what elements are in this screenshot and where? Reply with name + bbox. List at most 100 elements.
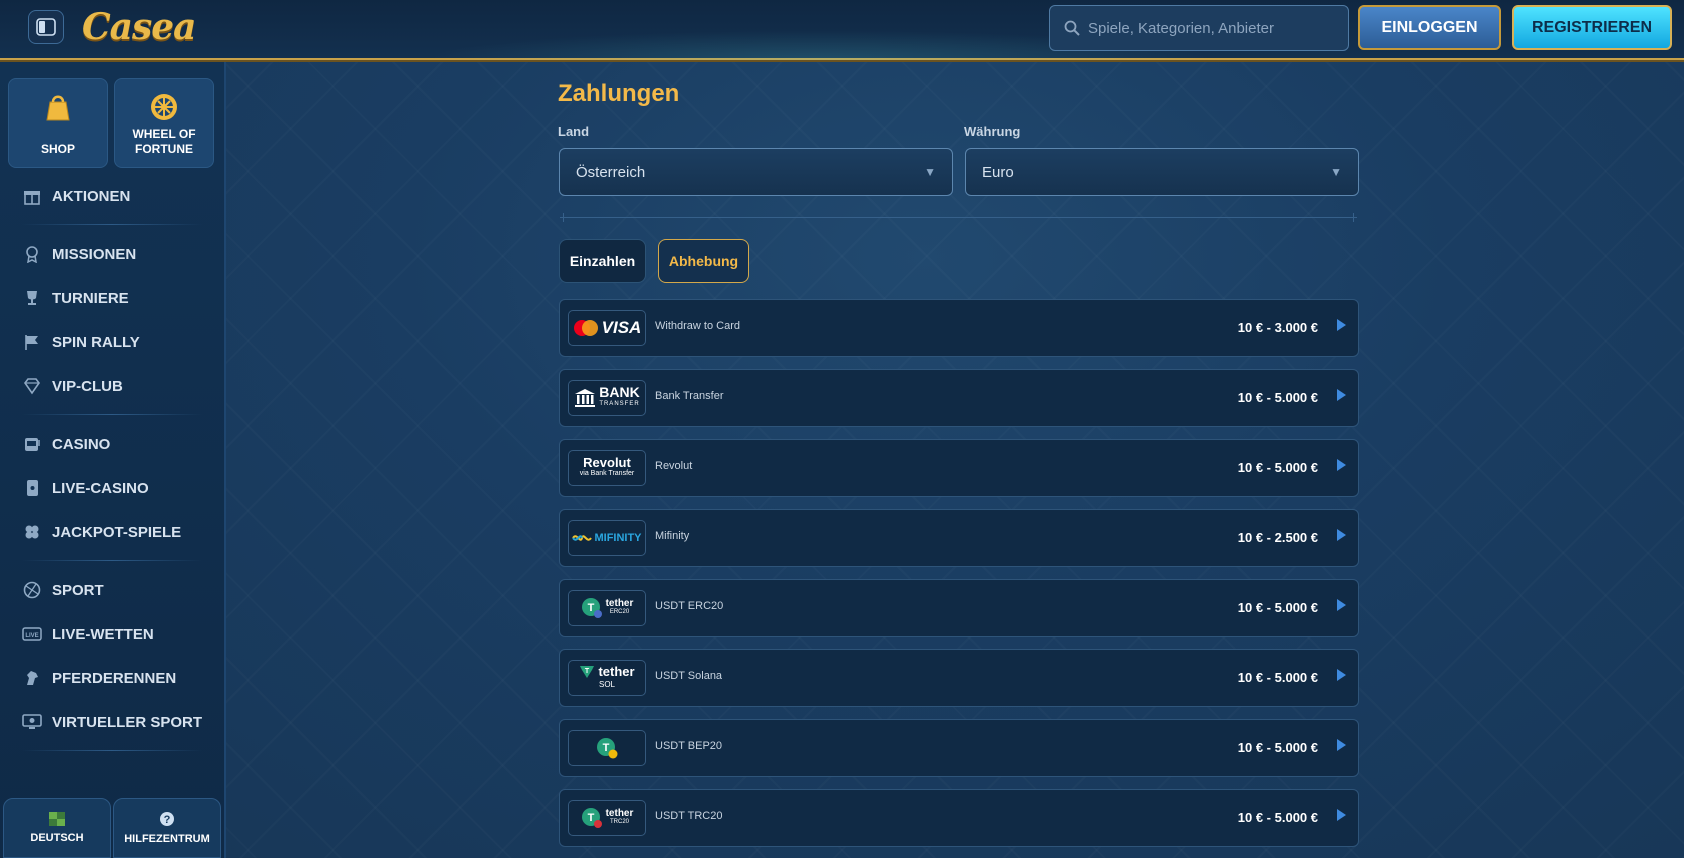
sidebar-item-label: VIP-CLUB xyxy=(52,377,123,395)
sidebar-item-casino[interactable]: CASINO xyxy=(22,429,222,459)
payment-method-name: USDT BEP20 xyxy=(655,740,723,752)
payment-method-name: USDT Solana xyxy=(655,670,723,682)
tether-text: tether xyxy=(598,664,635,679)
sidebar-item-label: TURNIERE xyxy=(52,289,129,307)
chevron-down-icon: ▼ xyxy=(1330,165,1342,179)
payment-method-row[interactable]: MIFINITY Mifinity 10 € - 2.500 € xyxy=(559,509,1359,567)
payment-method-row[interactable]: BANK TRANSFER Bank Transfer 10 € - 5.000… xyxy=(559,369,1359,427)
transfer-text: TRANSFER xyxy=(599,401,640,407)
slot-machine-icon xyxy=(22,434,42,454)
arrow-right-icon xyxy=(1337,389,1346,401)
horse-icon xyxy=(22,668,42,688)
erc20-text: ERC20 xyxy=(609,609,630,615)
tether-icon: T xyxy=(581,808,602,828)
mifinity-icon xyxy=(572,535,593,541)
visa-mastercard-logo: VISA xyxy=(568,310,646,346)
sidebar-toggle-button[interactable] xyxy=(28,10,64,44)
payment-method-name: USDT ERC20 xyxy=(655,600,724,612)
svg-text:T: T xyxy=(585,668,590,675)
trophy-icon xyxy=(22,288,42,308)
payment-method-row[interactable]: Revolut via Bank Transfer Revolut 10 € -… xyxy=(559,439,1359,497)
mifinity-logo: MIFINITY xyxy=(568,520,646,556)
payment-method-name: Revolut xyxy=(655,460,693,472)
register-button[interactable]: REGISTRIEREN xyxy=(1512,5,1672,50)
diamond-icon xyxy=(22,376,42,396)
flag-icon xyxy=(22,332,42,352)
currency-label: Währung xyxy=(964,124,1021,139)
page-title: Zahlungen xyxy=(558,80,680,107)
country-select[interactable]: Österreich ▼ xyxy=(559,148,953,196)
medal-icon xyxy=(22,244,42,264)
sidebar-divider xyxy=(22,224,202,225)
trc20-text: TRC20 xyxy=(609,819,629,825)
visa-text: VISA xyxy=(601,318,642,337)
payment-method-row[interactable]: VISA Withdraw to Card 10 € - 3.000 € xyxy=(559,299,1359,357)
sidebar-item-sport[interactable]: SPORT xyxy=(22,575,222,605)
sidebar-item-live-wetten[interactable]: LIVE LIVE-WETTEN xyxy=(22,619,222,649)
shopping-bag-icon xyxy=(46,95,70,121)
sidebar-item-aktionen[interactable]: AKTIONEN xyxy=(22,181,222,211)
tab-abhebung[interactable]: Abhebung xyxy=(658,239,749,283)
payment-method-range: 10 € - 5.000 € xyxy=(1237,740,1318,755)
sidebar-item-vip-club[interactable]: VIP-CLUB xyxy=(22,371,222,401)
sidebar-divider xyxy=(22,560,202,561)
sidebar-item-jackpot-spiele[interactable]: JACKPOT-SPIELE xyxy=(22,517,222,547)
search-box[interactable] xyxy=(1049,5,1349,51)
sol-text: SOL xyxy=(598,680,615,689)
tab-einzahlen[interactable]: Einzahlen xyxy=(559,239,646,283)
section-divider xyxy=(560,213,1357,222)
help-icon: ? xyxy=(160,812,174,826)
sidebar-item-label: SPORT xyxy=(52,581,104,599)
sidebar-item-spin-rally[interactable]: SPIN RALLY xyxy=(22,327,222,357)
sidebar-item-label: VIRTUELLER SPORT xyxy=(52,713,203,731)
payment-method-range: 10 € - 5.000 € xyxy=(1237,390,1318,405)
arrow-right-icon xyxy=(1337,809,1346,821)
help-center-label: HILFEZENTRUM xyxy=(124,833,210,845)
tether-text: tether xyxy=(605,808,634,819)
search-input[interactable] xyxy=(1088,19,1338,37)
sidebar-toggle-icon xyxy=(36,18,56,36)
payment-method-row[interactable]: T tether ERC20 USDT ERC20 10 € - 5.000 € xyxy=(559,579,1359,637)
sidebar-item-label: JACKPOT-SPIELE xyxy=(52,523,182,541)
wheel-icon xyxy=(151,94,177,120)
clover-icon xyxy=(22,522,42,542)
arrow-right-icon xyxy=(1337,669,1346,681)
language-label: DEUTSCH xyxy=(30,832,84,844)
login-button[interactable]: EINLOGGEN xyxy=(1358,5,1501,50)
revolut-logo: Revolut via Bank Transfer xyxy=(568,450,646,486)
wheel-of-fortune-label: WHEEL OF FORTUNE xyxy=(132,127,196,156)
currency-value: Euro xyxy=(982,163,1014,181)
payment-method-range: 10 € - 5.000 € xyxy=(1237,600,1318,615)
sidebar-item-virtueller-sport[interactable]: VIRTUELLER SPORT xyxy=(22,707,222,737)
payment-method-row[interactable]: T tether SOL USDT Solana 10 € - 5.000 € xyxy=(559,649,1359,707)
payment-method-row[interactable]: T tether TRC20 USDT TRC20 10 € - 5.000 € xyxy=(559,789,1359,847)
language-button[interactable]: DEUTSCH xyxy=(3,798,111,858)
card-icon xyxy=(22,478,42,498)
casea-logo[interactable]: Casea xyxy=(82,6,196,48)
sidebar-item-turniere[interactable]: TURNIERE xyxy=(22,283,222,313)
tether-trc20-logo: T tether TRC20 xyxy=(568,800,646,836)
mifinity-text: MIFINITY xyxy=(594,532,642,544)
tether-icon: T xyxy=(597,738,618,759)
payment-method-range: 10 € - 5.000 € xyxy=(1237,810,1318,825)
wheel-of-fortune-tile[interactable]: WHEEL OF FORTUNE xyxy=(114,78,214,168)
payment-method-name: Bank Transfer xyxy=(655,390,724,402)
svg-text:T: T xyxy=(587,812,594,824)
currency-select[interactable]: Euro ▼ xyxy=(965,148,1359,196)
ball-icon xyxy=(22,580,42,600)
sidebar-divider xyxy=(22,414,202,415)
sidebar-item-pferderennen[interactable]: PFERDERENNEN xyxy=(22,663,222,693)
payment-method-row[interactable]: T USDT BEP20 10 € - 5.000 € xyxy=(559,719,1359,777)
sidebar-item-label: AKTIONEN xyxy=(52,187,131,205)
gift-icon xyxy=(22,186,42,206)
arrow-right-icon xyxy=(1337,599,1346,611)
bank-icon xyxy=(575,389,596,407)
payment-method-name: USDT TRC20 xyxy=(655,810,723,822)
arrow-right-icon xyxy=(1337,319,1346,331)
sidebar-item-missionen[interactable]: MISSIONEN xyxy=(22,239,222,269)
shop-tile[interactable]: SHOP xyxy=(8,78,108,168)
bank-transfer-logo: BANK TRANSFER xyxy=(568,380,646,416)
sidebar-item-live-casino[interactable]: LIVE-CASINO xyxy=(22,473,222,503)
help-center-button[interactable]: ? HILFEZENTRUM xyxy=(113,798,221,858)
payment-method-name: Mifinity xyxy=(655,530,690,542)
